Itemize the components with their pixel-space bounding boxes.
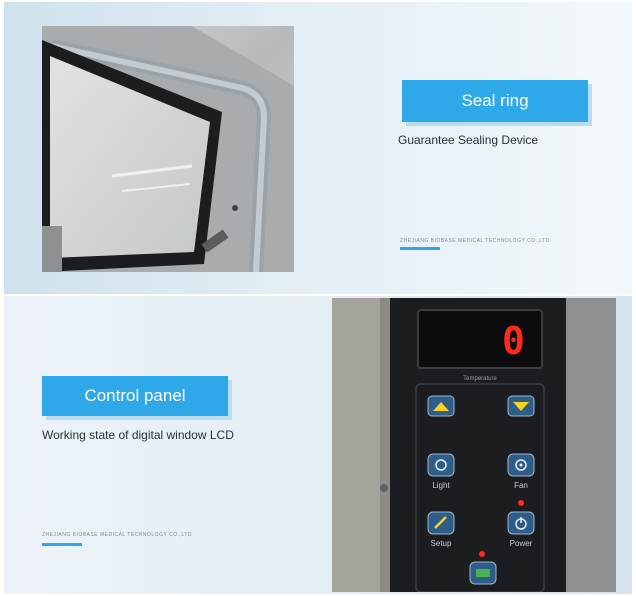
light-key[interactable] xyxy=(427,453,455,477)
setup-key-label: Setup xyxy=(431,539,452,548)
setup-key[interactable] xyxy=(427,511,455,535)
power-indicator-led xyxy=(518,500,524,506)
control-panel-subtitle: Working state of digital window LCD xyxy=(42,428,234,442)
company-fine-print: ZHEJIANG BIOBASE MEDICAL TECHNOLOGY CO.,… xyxy=(400,238,550,244)
seal-ring-image xyxy=(42,26,294,272)
control-panel-title-button: Control panel xyxy=(42,376,228,416)
seal-ring-title-button: Seal ring xyxy=(402,80,588,122)
light-key-label: Light xyxy=(432,481,450,490)
seal-ring-title: Seal ring xyxy=(461,91,529,110)
down-key[interactable] xyxy=(507,395,535,417)
status-icon xyxy=(476,569,490,577)
bottom-key[interactable] xyxy=(469,561,497,585)
power-key[interactable] xyxy=(507,511,535,535)
up-key[interactable] xyxy=(427,395,455,417)
temperature-digit: 0 xyxy=(502,319,525,363)
company-fine-print: ZHEJIANG BIOBASE MEDICAL TECHNOLOGY CO.,… xyxy=(42,532,192,538)
control-panel-photo: 0 Temperature Light Fan Setup Power xyxy=(332,298,616,592)
status-indicator-led xyxy=(479,551,485,557)
fan-key[interactable] xyxy=(507,453,535,477)
accent-underline xyxy=(42,543,82,546)
power-key-label: Power xyxy=(510,539,533,548)
temperature-label: Temperature xyxy=(463,376,497,382)
accent-underline xyxy=(400,247,440,250)
control-panel-image: 0 Temperature Light Fan Setup Power xyxy=(332,298,616,592)
control-panel-title: Control panel xyxy=(84,386,186,405)
seal-ring-photo xyxy=(42,26,294,272)
seal-ring-subtitle: Guarantee Sealing Device xyxy=(398,133,539,147)
fan-key-label: Fan xyxy=(514,481,528,490)
